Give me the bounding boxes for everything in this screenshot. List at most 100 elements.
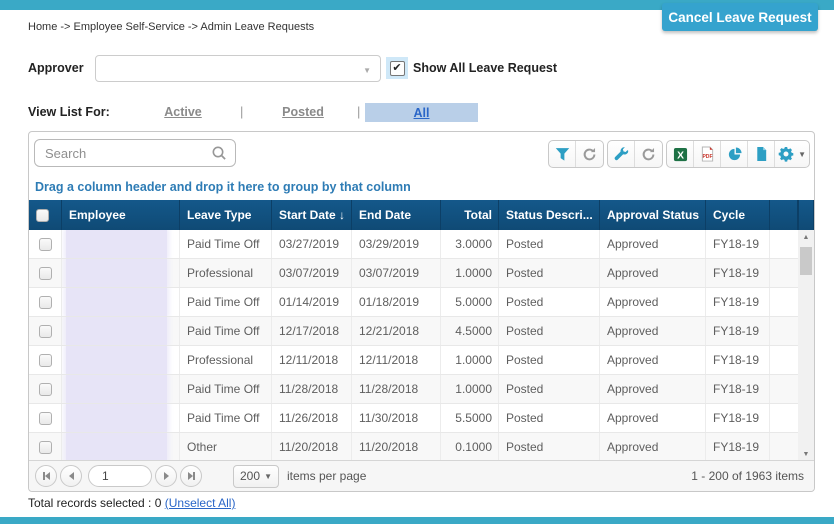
report-button[interactable] <box>748 141 775 167</box>
leave-type-cell: Paid Time Off <box>180 288 272 316</box>
table-row: Professional 12/11/2018 12/11/2018 1.000… <box>29 346 814 375</box>
page-size-value: 200 <box>240 469 260 483</box>
checkbox-icon[interactable] <box>39 354 52 367</box>
tab-posted[interactable]: Posted <box>262 105 344 119</box>
approval-cell: Approved <box>600 346 706 374</box>
show-all-label: Show All Leave Request <box>413 61 557 75</box>
scroll-down-icon[interactable]: ▼ <box>798 451 814 458</box>
pagination-bar: 200 ▼ items per page 1 - 200 of 1963 ite… <box>29 460 814 491</box>
refresh-button[interactable] <box>635 141 662 167</box>
employee-cell <box>62 433 180 461</box>
row-select-checkbox[interactable] <box>29 230 62 258</box>
checkbox-icon[interactable] <box>39 267 52 280</box>
approver-dropdown[interactable]: ▼ <box>95 55 381 82</box>
export-group: X PDF <box>666 140 810 168</box>
row-select-checkbox[interactable] <box>29 288 62 316</box>
employee-cell <box>62 259 180 287</box>
export-pdf-button[interactable]: PDF <box>694 141 721 167</box>
column-header-approval-status[interactable]: Approval Status <box>600 200 706 230</box>
start-date-cell: 11/26/2018 <box>272 404 352 432</box>
chevron-down-icon: ▼ <box>363 66 371 75</box>
column-header-leave-type[interactable]: Leave Type <box>180 200 272 230</box>
approval-cell: Approved <box>600 288 706 316</box>
row-select-checkbox[interactable] <box>29 404 62 432</box>
scrollbar-thumb[interactable] <box>800 247 812 275</box>
cycle-cell: FY18-19 <box>706 375 770 403</box>
table-row: Paid Time Off 11/28/2018 11/28/2018 1.00… <box>29 375 814 404</box>
previous-page-button[interactable] <box>60 465 82 487</box>
column-header-end-date[interactable]: End Date <box>352 200 441 230</box>
vertical-scrollbar[interactable]: ▲ ▼ <box>798 230 814 462</box>
table-row: Paid Time Off 03/27/2019 03/29/2019 3.00… <box>29 230 814 259</box>
leave-type-cell: Paid Time Off <box>180 375 272 403</box>
column-header-employee[interactable]: Employee <box>62 200 180 230</box>
bottom-accent-bar <box>0 517 834 524</box>
page-number-input[interactable] <box>88 465 152 487</box>
tab-all-label: All <box>414 106 430 120</box>
checkbox-icon[interactable] <box>39 412 52 425</box>
cycle-cell: FY18-19 <box>706 404 770 432</box>
next-page-button[interactable] <box>155 465 177 487</box>
filter-icon <box>555 147 570 162</box>
filter-button[interactable] <box>549 141 576 167</box>
row-select-checkbox[interactable] <box>29 259 62 287</box>
row-select-checkbox[interactable] <box>29 375 62 403</box>
show-all-checkbox[interactable]: ✔ <box>386 57 408 79</box>
last-page-button[interactable] <box>180 465 202 487</box>
total-cell: 5.5000 <box>441 404 499 432</box>
redacted-employee-name <box>66 317 167 345</box>
checkbox-icon[interactable] <box>39 325 52 338</box>
checkbox-icon[interactable] <box>39 238 52 251</box>
start-date-cell: 12/17/2018 <box>272 317 352 345</box>
first-page-button[interactable] <box>35 465 57 487</box>
checkbox-icon[interactable] <box>39 441 52 454</box>
column-header-cycle[interactable]: Cycle <box>706 200 770 230</box>
pdf-icon: PDF <box>700 146 715 162</box>
settings-button[interactable]: ▼ <box>775 141 809 167</box>
column-header-start-date[interactable]: Start Date ↓ <box>272 200 352 230</box>
svg-text:X: X <box>677 150 684 161</box>
select-all-checkbox[interactable] <box>29 200 62 230</box>
approval-cell: Approved <box>600 433 706 461</box>
wrench-icon <box>614 147 629 162</box>
employee-cell <box>62 288 180 316</box>
cycle-cell: FY18-19 <box>706 346 770 374</box>
cancel-leave-request-button[interactable]: Cancel Leave Request <box>662 3 818 31</box>
row-select-checkbox[interactable] <box>29 433 62 461</box>
column-header-total[interactable]: Total <box>441 200 499 230</box>
column-header-scroll-cap <box>798 200 814 230</box>
items-range-label: 1 - 200 of 1963 items <box>691 469 814 483</box>
export-excel-button[interactable]: X <box>667 141 694 167</box>
total-cell: 5.0000 <box>441 288 499 316</box>
status-cell: Posted <box>499 433 600 461</box>
caret-down-icon: ▼ <box>264 472 272 481</box>
refresh-icon <box>641 147 656 162</box>
start-date-cell: 11/20/2018 <box>272 433 352 461</box>
checkbox-icon[interactable] <box>36 209 49 222</box>
customize-button[interactable] <box>608 141 635 167</box>
items-per-page-label: items per page <box>287 469 366 483</box>
chart-button[interactable] <box>721 141 748 167</box>
leave-type-cell: Other <box>180 433 272 461</box>
page-size-select[interactable]: 200 ▼ <box>233 465 279 488</box>
tab-active[interactable]: Active <box>140 105 226 119</box>
admin-leave-requests-page: Cancel Leave Request Home -> Employee Se… <box>0 0 834 524</box>
checkbox-icon[interactable] <box>39 296 52 309</box>
checkbox-icon[interactable] <box>39 383 52 396</box>
tab-separator: | <box>357 104 360 119</box>
row-select-checkbox[interactable] <box>29 346 62 374</box>
end-date-cell: 12/21/2018 <box>352 317 441 345</box>
search-input[interactable] <box>34 139 236 167</box>
table-row: Paid Time Off 01/14/2019 01/18/2019 5.00… <box>29 288 814 317</box>
group-by-hint: Drag a column header and drop it here to… <box>29 176 814 200</box>
column-header-status-description[interactable]: Status Descri... <box>499 200 600 230</box>
tab-all-selected[interactable]: All <box>365 103 478 122</box>
redacted-employee-name <box>66 259 167 287</box>
total-cell: 1.0000 <box>441 259 499 287</box>
filter-refresh-button[interactable] <box>576 141 603 167</box>
scroll-up-icon[interactable]: ▲ <box>798 234 814 241</box>
status-cell: Posted <box>499 317 600 345</box>
unselect-all-link[interactable]: (Unselect All) <box>165 496 236 510</box>
status-cell: Posted <box>499 288 600 316</box>
row-select-checkbox[interactable] <box>29 317 62 345</box>
